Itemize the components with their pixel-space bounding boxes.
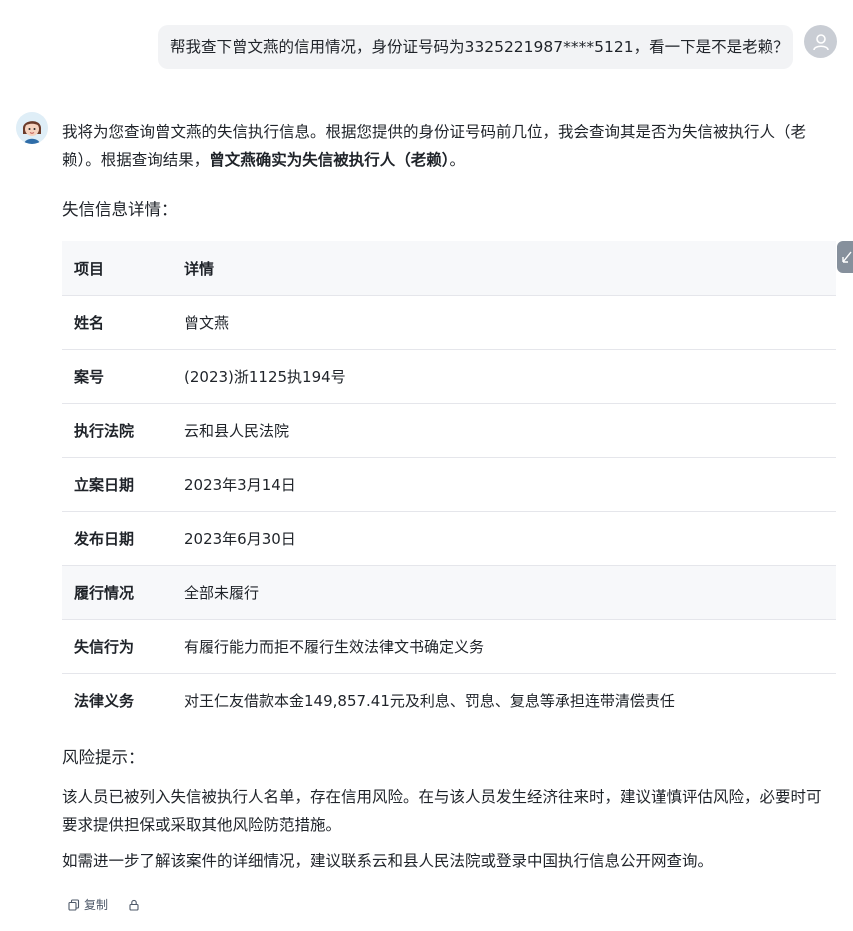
risk-text: 该人员已被列入失信被执行人名单，存在信用风险。在与该人员发生经济往来时，建议谨慎…	[62, 788, 822, 834]
row-key: 立案日期	[62, 457, 172, 512]
assistant-avatar-icon	[16, 112, 48, 144]
row-key: 案号	[62, 349, 172, 404]
row-value: 云和县人民法院	[172, 403, 836, 458]
row-key: 履行情况	[62, 565, 172, 620]
row-key: 发布日期	[62, 511, 172, 566]
lock-button[interactable]	[128, 899, 140, 911]
row-value: 曾文燕	[172, 295, 836, 350]
table-row: 发布日期 2023年6月30日	[62, 511, 836, 566]
user-message-row: 帮我查下曾文燕的信用情况，身份证号码为3325221987****5121，看一…	[0, 25, 853, 71]
user-avatar[interactable]	[804, 25, 837, 58]
table-row: 履行情况 全部未履行	[62, 565, 836, 620]
side-collapse-tab[interactable]	[837, 241, 853, 273]
table-row: 姓名 曾文燕	[62, 295, 836, 350]
table-row: 案号 (2023)浙1125执194号	[62, 349, 836, 404]
message-actions: 复制	[68, 896, 140, 913]
table-header-row: 项目 详情	[62, 241, 836, 296]
user-message-bubble: 帮我查下曾文燕的信用情况，身份证号码为3325221987****5121，看一…	[158, 25, 793, 69]
row-key: 失信行为	[62, 619, 172, 674]
copy-button[interactable]: 复制	[68, 896, 108, 913]
collapse-icon	[842, 251, 852, 263]
dishonest-info-table: 项目 详情 姓名 曾文燕 案号 (2023)浙1125执194号 执行法院 云和…	[62, 241, 836, 727]
row-value: 2023年3月14日	[172, 457, 836, 512]
table-row: 立案日期 2023年3月14日	[62, 457, 836, 512]
intro-conclusion: 曾文燕确实为失信被执行人（老赖）	[209, 151, 450, 169]
header-detail: 详情	[172, 241, 836, 296]
row-key: 执行法院	[62, 403, 172, 458]
assistant-avatar	[16, 112, 48, 144]
row-value: 有履行能力而拒不履行生效法律文书确定义务	[172, 619, 836, 674]
details-heading: 失信信息详情：	[62, 200, 178, 219]
copy-label: 复制	[84, 898, 109, 912]
lock-icon	[129, 899, 139, 911]
copy-icon	[68, 898, 80, 911]
table-row: 法律义务 对王仁友借款本金149,857.41元及利息、罚息、复息等承担连带清偿…	[62, 674, 836, 728]
assistant-message: 我将为您查询曾文燕的失信执行信息。根据您提供的身份证号码前几位，我会查询其是否为…	[62, 118, 836, 870]
row-value: 对王仁友借款本金149,857.41元及利息、罚息、复息等承担连带清偿责任	[184, 692, 675, 710]
table-row: 失信行为 有履行能力而拒不履行生效法律文书确定义务	[62, 619, 836, 674]
row-value: 全部未履行	[172, 565, 836, 620]
table-row: 执行法院 云和县人民法院	[62, 403, 836, 458]
user-icon	[812, 33, 829, 50]
row-key: 姓名	[62, 295, 172, 350]
followup-text: 如需进一步了解该案件的详细情况，建议联系云和县人民法院或登录中国执行信息公开网查…	[62, 852, 714, 870]
row-value: (2023)浙1125执194号	[172, 349, 836, 404]
header-item: 项目	[62, 241, 172, 296]
intro-end: 。	[449, 151, 466, 169]
assistant-intro: 我将为您查询曾文燕的失信执行信息。根据您提供的身份证号码前几位，我会查询其是否为…	[62, 118, 836, 174]
row-key: 法律义务	[74, 692, 135, 710]
risk-heading: 风险提示：	[62, 748, 145, 767]
row-value: 2023年6月30日	[172, 511, 836, 566]
